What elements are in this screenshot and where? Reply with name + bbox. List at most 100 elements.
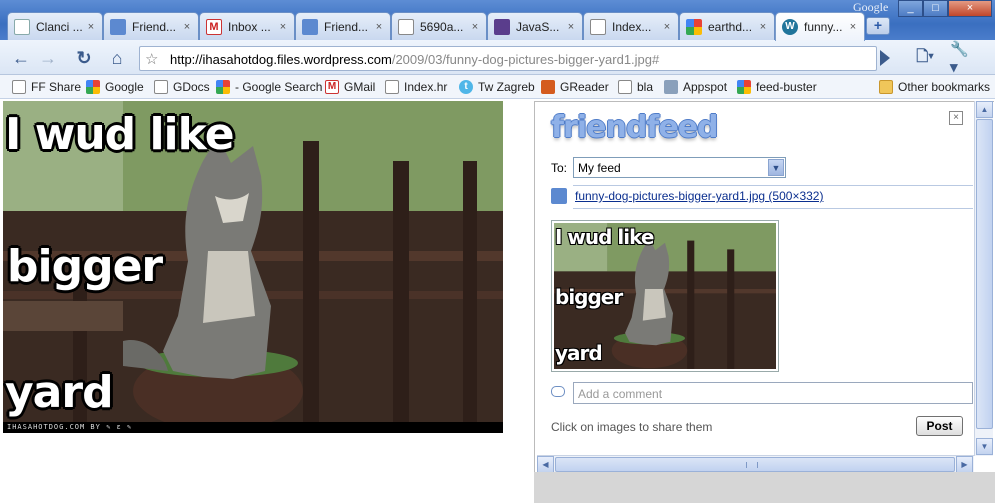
- tab-label: JavaS...: [516, 19, 560, 34]
- maximize-button[interactable]: □: [923, 0, 948, 17]
- post-button[interactable]: Post: [916, 416, 963, 436]
- comment-input[interactable]: Add a comment: [573, 382, 973, 404]
- tab-label: Clanci ...: [36, 19, 82, 34]
- close-window-button[interactable]: ×: [948, 0, 992, 17]
- scroll-left-icon[interactable]: ◀: [537, 456, 554, 473]
- page-menu-button[interactable]: 🗋▾: [913, 46, 937, 70]
- minimize-button[interactable]: _: [898, 0, 923, 17]
- bookmark-ff-share[interactable]: FF Share: [12, 78, 81, 96]
- panel-frame-bottom: [534, 472, 995, 503]
- close-icon[interactable]: ×: [566, 21, 576, 33]
- friendfeed-icon: [551, 188, 567, 204]
- other-bookmarks[interactable]: Other bookmarks: [879, 78, 990, 96]
- shared-link[interactable]: funny-dog-pictures-bigger-yard1.jpg (500…: [575, 189, 823, 203]
- bookmark-label: FF Share: [31, 80, 82, 94]
- bookmark-label: Appspot: [683, 80, 728, 94]
- tab-index[interactable]: Index... ×: [583, 12, 679, 40]
- shared-link-row: funny-dog-pictures-bigger-yard1.jpg (500…: [551, 188, 823, 204]
- bookmark-greader[interactable]: GReader: [541, 78, 609, 96]
- bookmark-tw-zagreb[interactable]: t Tw Zagreb: [459, 78, 535, 96]
- tab-earthd[interactable]: earthd... ×: [679, 12, 775, 40]
- go-arrow-icon[interactable]: [880, 50, 890, 66]
- close-icon[interactable]: ×: [278, 21, 288, 33]
- horizontal-scroll-thumb[interactable]: [555, 457, 955, 472]
- back-button[interactable]: ←: [9, 46, 33, 70]
- close-icon[interactable]: ×: [848, 21, 858, 33]
- tab-friendfeed-1[interactable]: Friend... ×: [103, 12, 199, 40]
- tab-5690a[interactable]: 5690a... ×: [391, 12, 487, 40]
- vertical-scroll-thumb[interactable]: [976, 119, 993, 429]
- share-hint: Click on images to share them: [551, 420, 713, 434]
- tab-inbox[interactable]: M Inbox ... ×: [199, 12, 295, 40]
- page-icon: [618, 80, 632, 94]
- close-panel-button[interactable]: ×: [949, 111, 963, 125]
- bookmark-label: Google: [105, 80, 144, 94]
- new-tab-button[interactable]: +: [866, 17, 890, 35]
- bookmark-google-search[interactable]: - Google Search: [216, 78, 322, 96]
- close-icon[interactable]: ×: [662, 21, 672, 33]
- page-icon: [12, 80, 26, 94]
- bookmark-index-hr[interactable]: Index.hr: [385, 78, 447, 96]
- page-icon: [398, 18, 414, 35]
- chevron-down-icon[interactable]: ▼: [768, 159, 784, 176]
- home-icon: ⌂: [111, 47, 123, 68]
- page-icon: [154, 80, 168, 94]
- bookmark-star-icon[interactable]: ☆: [145, 50, 158, 68]
- tab-javascript[interactable]: JavaS... ×: [487, 12, 583, 40]
- address-bar[interactable]: ☆ http://ihasahotdog.files.wordpress.com…: [139, 46, 877, 71]
- bookmark-label: feed-buster: [756, 80, 817, 94]
- tab-strip: Clanci ... × Friend... × M Inbox ... × F…: [0, 0, 995, 41]
- url-host: http://ihasahotdog.files.wordpress.com: [170, 52, 392, 67]
- bookmark-label: - Google Search: [235, 80, 323, 94]
- friendfeed-icon: [110, 18, 126, 35]
- scroll-right-icon[interactable]: ▶: [956, 456, 973, 473]
- tab-friendfeed-2[interactable]: Friend... ×: [295, 12, 391, 40]
- close-icon[interactable]: ×: [470, 21, 480, 33]
- vertical-scrollbar[interactable]: ▲ ▼: [974, 101, 993, 456]
- scroll-down-icon[interactable]: ▼: [976, 438, 993, 455]
- horizontal-scrollbar[interactable]: ◀ ▶: [537, 455, 974, 473]
- tools-menu-button[interactable]: 🔧▾: [950, 41, 974, 76]
- thumb-caption-2: bigger: [555, 285, 623, 309]
- url-text[interactable]: http://ihasahotdog.files.wordpress.com/2…: [170, 52, 659, 67]
- dog-image[interactable]: I wud like bigger yard IHASAHOTDOG.COM B…: [3, 101, 503, 433]
- comment-icon: [551, 386, 565, 397]
- close-icon[interactable]: ×: [374, 21, 384, 33]
- bookmark-label: bla: [637, 80, 654, 94]
- thumb-caption-1: I wud like: [555, 225, 654, 249]
- url-path: /2009/03/funny-dog-pictures-bigger-yard1…: [391, 52, 660, 67]
- bookmark-label: GMail: [344, 80, 376, 94]
- feed-select-value: My feed: [578, 161, 621, 175]
- bookmark-google[interactable]: Google: [86, 78, 144, 96]
- forward-button[interactable]: →: [36, 46, 60, 70]
- forward-arrow-icon: →: [39, 47, 57, 68]
- google-icon: [86, 80, 100, 94]
- google-icon: [216, 80, 230, 94]
- bookmark-gmail[interactable]: M GMail: [325, 78, 375, 96]
- tab-clanci[interactable]: Clanci ... ×: [7, 12, 103, 40]
- bookmark-appspot[interactable]: Appspot: [664, 78, 727, 96]
- tab-funny-active[interactable]: W funny... ×: [775, 12, 865, 41]
- bookmark-label: GDocs: [173, 80, 210, 94]
- bookmark-bla[interactable]: bla: [618, 78, 653, 96]
- close-icon[interactable]: ×: [182, 21, 192, 33]
- to-label: To:: [551, 161, 568, 175]
- caption-line-2: bigger: [7, 241, 163, 292]
- wrench-icon: 🔧▾: [950, 41, 969, 76]
- image-thumbnail[interactable]: I wud like bigger yard: [551, 220, 779, 372]
- close-icon[interactable]: ×: [758, 21, 768, 33]
- bookmark-gdocs[interactable]: GDocs: [154, 78, 210, 96]
- close-icon[interactable]: ×: [86, 21, 96, 33]
- feed-select[interactable]: My feed ▼: [573, 157, 786, 178]
- scroll-up-icon[interactable]: ▲: [976, 101, 993, 118]
- page-icon: 🗋▾: [916, 47, 934, 65]
- reload-button[interactable]: ↻: [72, 46, 96, 70]
- bookmark-feed-buster[interactable]: feed-buster: [737, 78, 817, 96]
- folder-icon: [879, 80, 893, 94]
- bookmark-label: Index.hr: [404, 80, 448, 94]
- home-button[interactable]: ⌂: [105, 46, 129, 70]
- document-icon: [14, 18, 30, 35]
- thumb-caption-3: yard: [555, 341, 603, 365]
- caption-line-3: yard: [5, 367, 114, 418]
- appspot-icon: [664, 80, 678, 94]
